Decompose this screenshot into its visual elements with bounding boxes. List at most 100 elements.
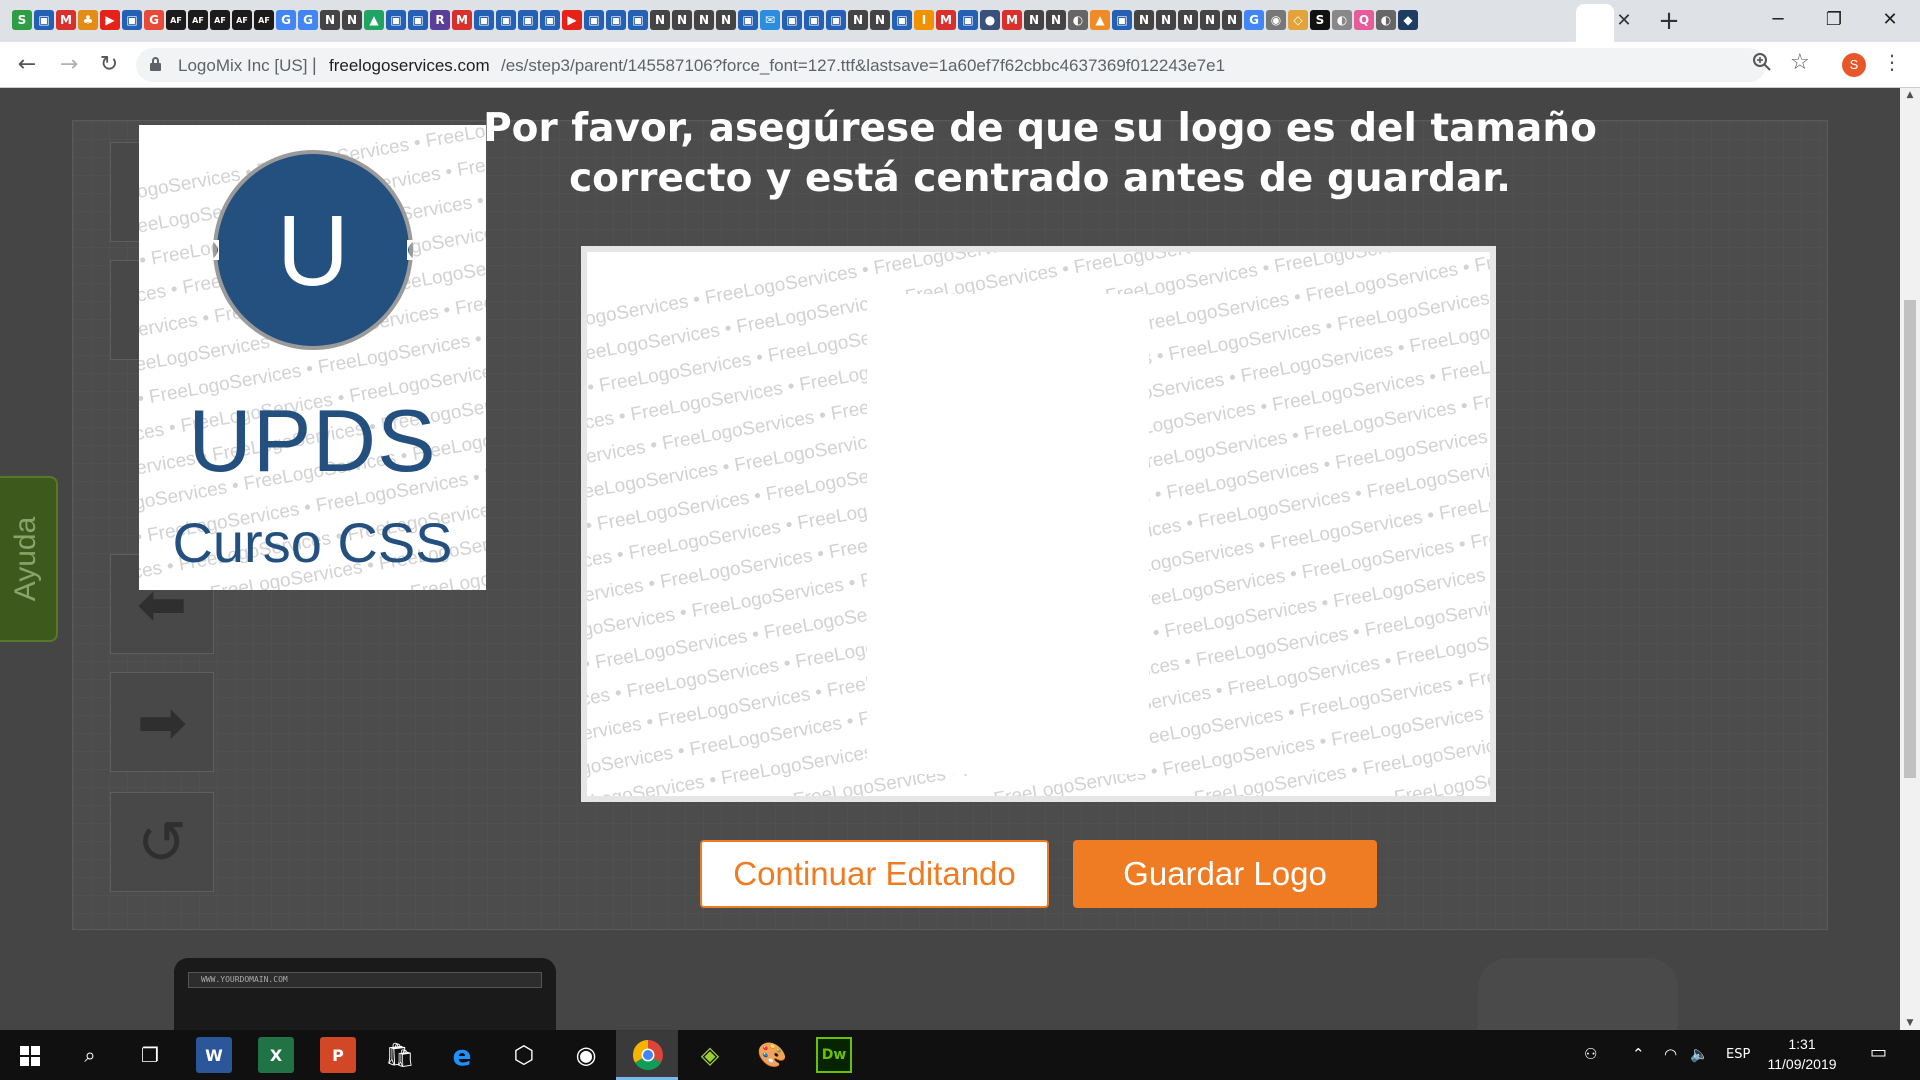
pinned-tab-favicon[interactable]: ▣	[804, 10, 824, 30]
pinned-tab-favicon[interactable]: ◆	[1398, 10, 1418, 30]
pinned-tab-favicon[interactable]: ▣	[386, 10, 406, 30]
pinned-tab-favicon[interactable]: ▣	[892, 10, 912, 30]
people-icon[interactable]: ⚇	[1584, 1045, 1597, 1063]
pinned-tab-favicon[interactable]: ▣	[474, 10, 494, 30]
pinned-tab-favicon[interactable]: N	[870, 10, 890, 30]
pinned-tab-favicon[interactable]: ✉	[760, 10, 780, 30]
pinned-tab-favicon[interactable]: M	[56, 10, 76, 30]
pinned-tab-favicon[interactable]: N	[672, 10, 692, 30]
windows-start-icon[interactable]	[20, 1046, 40, 1066]
pinned-tab-favicon[interactable]: ▣	[628, 10, 648, 30]
reset-icon[interactable]: ↺	[110, 792, 214, 892]
scroll-thumb[interactable]	[1904, 300, 1916, 778]
language-indicator[interactable]: ESP	[1726, 1047, 1750, 1062]
task-view-icon[interactable]: ❐	[132, 1037, 168, 1073]
pinned-tab-favicon[interactable]: ▲	[1090, 10, 1110, 30]
pinned-tab-favicon[interactable]: ▣	[738, 10, 758, 30]
pinned-tab-favicon[interactable]: N	[342, 10, 362, 30]
save-logo-button[interactable]: Guardar Logo	[1073, 840, 1377, 908]
pinned-tab-favicon[interactable]: ▣	[958, 10, 978, 30]
pinned-tab-favicon[interactable]: N	[694, 10, 714, 30]
pinned-tab-favicon[interactable]: ▣	[540, 10, 560, 30]
dreamweaver-icon[interactable]: Dw	[816, 1037, 852, 1073]
word-icon[interactable]: W	[196, 1037, 232, 1073]
pinned-tab-favicon[interactable]: ▣	[496, 10, 516, 30]
reload-icon[interactable]: ↻	[94, 50, 124, 80]
address-bar[interactable]: LogoMix Inc [US] | freelogoservices.com …	[136, 48, 1766, 82]
pinned-tab-favicon[interactable]: N	[1200, 10, 1220, 30]
continue-editing-button[interactable]: Continuar Editando	[700, 840, 1049, 908]
pinned-tab-favicon[interactable]: ▲	[364, 10, 384, 30]
pinned-tab-favicon[interactable]: G	[276, 10, 296, 30]
window-close-icon[interactable]: ✕	[1862, 0, 1918, 40]
page-scrollbar[interactable]: ▲ ▼	[1900, 88, 1920, 1030]
tray-chevron-icon[interactable]: ⌃	[1632, 1045, 1645, 1063]
pinned-tab-favicon[interactable]: AF	[166, 10, 186, 30]
notifications-icon[interactable]: ▭	[1870, 1042, 1887, 1063]
pinned-tab-favicon[interactable]: N	[716, 10, 736, 30]
pinned-tab-favicon[interactable]: ▶	[100, 10, 120, 30]
volume-icon[interactable]: 🔈	[1690, 1045, 1709, 1063]
profile-avatar[interactable]: S	[1842, 53, 1866, 77]
pinned-tab-favicon[interactable]: G	[1244, 10, 1264, 30]
pinned-tab-favicon[interactable]: ▣	[782, 10, 802, 30]
pinned-tab-favicon[interactable]: M	[1002, 10, 1022, 30]
pinned-tab-favicon[interactable]: N	[1156, 10, 1176, 30]
bookmark-star-icon[interactable]: ☆	[1790, 50, 1810, 75]
new-tab-button[interactable]: +	[1655, 8, 1683, 36]
pinned-tab-favicon[interactable]: AF	[210, 10, 230, 30]
pinned-tab-favicon[interactable]: N	[1178, 10, 1198, 30]
pinned-tab-favicon[interactable]: ▣	[34, 10, 54, 30]
chrome-icon[interactable]	[632, 1039, 664, 1071]
redo-arrow-icon[interactable]: ➡	[110, 672, 214, 772]
paint-icon[interactable]: 🎨	[754, 1037, 790, 1073]
pinned-tab-favicon[interactable]: ●	[980, 10, 1000, 30]
pinned-tab-favicon[interactable]: ◐	[1068, 10, 1088, 30]
system-clock[interactable]: 1:31 11/09/2019	[1762, 1034, 1842, 1074]
minimize-icon[interactable]: ─	[1750, 0, 1806, 40]
pinned-tab-favicon[interactable]: ♣	[78, 10, 98, 30]
pinned-tab-favicon[interactable]: N	[1024, 10, 1044, 30]
pinned-tab-favicon[interactable]: ▣	[408, 10, 428, 30]
scroll-up-icon[interactable]: ▲	[1904, 90, 1916, 100]
pinned-tab-favicon[interactable]: ▣	[606, 10, 626, 30]
pinned-tab-favicon[interactable]: I	[914, 10, 934, 30]
pinned-tab-favicon[interactable]: ◇	[1288, 10, 1308, 30]
pinned-tab-favicon[interactable]: N	[320, 10, 340, 30]
pinned-tab-favicon[interactable]: S	[1310, 10, 1330, 30]
browser-menu-icon[interactable]: ⋮	[1882, 50, 1902, 74]
pinned-tab-favicon[interactable]: N	[1134, 10, 1154, 30]
pinned-tab-favicon[interactable]: ▣	[1112, 10, 1132, 30]
pinned-tab-favicon[interactable]: AF	[188, 10, 208, 30]
pinned-tab-favicon[interactable]: ◉	[1266, 10, 1286, 30]
forward-icon[interactable]: →	[54, 50, 84, 80]
pinned-tab-favicon[interactable]: ◐	[1332, 10, 1352, 30]
pinned-tab-favicon[interactable]: AF	[254, 10, 274, 30]
bluestacks-icon[interactable]: ◈	[692, 1037, 728, 1073]
search-icon[interactable]: ⌕	[72, 1037, 108, 1073]
pinned-tab-favicon[interactable]: ◐	[1376, 10, 1396, 30]
pinned-tab-favicon[interactable]: M	[936, 10, 956, 30]
help-tab[interactable]: Ayuda	[0, 476, 58, 642]
back-icon[interactable]: ←	[12, 50, 42, 80]
pinned-tab-favicon[interactable]: Q	[1354, 10, 1374, 30]
pinned-tab-favicon[interactable]: ▣	[826, 10, 846, 30]
excel-icon[interactable]: X	[258, 1037, 294, 1073]
pinned-tab-favicon[interactable]: N	[848, 10, 868, 30]
virtualbox-icon[interactable]: ⬡	[506, 1037, 542, 1073]
pinned-tab-favicon[interactable]: ▶	[562, 10, 582, 30]
powerpoint-icon[interactable]: P	[320, 1037, 356, 1073]
edge-icon[interactable]: e	[444, 1037, 480, 1073]
scroll-down-icon[interactable]: ▼	[1904, 1018, 1916, 1028]
pinned-tab-favicon[interactable]: M	[452, 10, 472, 30]
active-tab[interactable]	[1576, 4, 1614, 42]
zoom-icon[interactable]	[1752, 52, 1772, 72]
restore-icon[interactable]: ❐	[1806, 0, 1862, 40]
pinned-tab-favicon[interactable]: G	[144, 10, 164, 30]
pinned-tab-favicon[interactable]: ▣	[518, 10, 538, 30]
pinned-tab-favicon[interactable]: R	[430, 10, 450, 30]
pinned-tab-favicon[interactable]: ▣	[584, 10, 604, 30]
pinned-tab-favicon[interactable]: S	[12, 10, 32, 30]
pinned-tab-favicon[interactable]: G	[298, 10, 318, 30]
steam-icon[interactable]: ◉	[568, 1037, 604, 1073]
